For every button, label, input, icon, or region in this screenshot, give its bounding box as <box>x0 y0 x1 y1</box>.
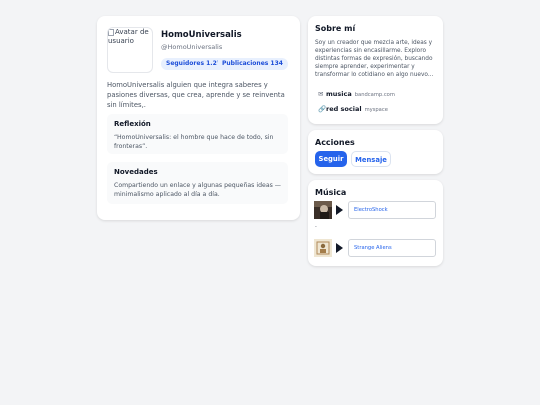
link-red-social[interactable]: 🔗red social myspace <box>318 105 388 113</box>
link-musica[interactable]: ✉ musica bandcamp.com <box>318 90 395 98</box>
play-icon[interactable] <box>336 243 343 253</box>
about-title: Sobre mí <box>315 24 356 33</box>
profile-name: HomoUniversalis <box>161 30 242 40</box>
reflection-text: “HomoUniversalis: el hombre que hace de … <box>114 134 274 150</box>
reflection-card: Reflexión “HomoUniversalis: el hombre qu… <box>107 114 288 154</box>
follow-button[interactable]: Seguir <box>315 151 347 167</box>
album-cover-image <box>314 201 332 219</box>
message-button[interactable]: Mensaje <box>351 151 391 167</box>
news-text: Compartiendo un enlace y algunas pequeña… <box>114 182 281 198</box>
posts-badge[interactable]: Publicaciones 134 <box>217 58 288 70</box>
link-label: red social <box>326 105 362 113</box>
profile-card: Avatar de usuario HomoUniversalis @HomoU… <box>97 16 300 220</box>
news-title: Novedades <box>114 168 158 176</box>
link-host: bandcamp.com <box>354 92 395 98</box>
track-name[interactable]: Strange Aliens <box>354 245 392 251</box>
link-label: musica <box>326 90 352 98</box>
avatar[interactable]: Avatar de usuario <box>107 27 153 73</box>
about-card: Sobre mí Soy un creador que mezcla arte,… <box>308 16 443 124</box>
album-cover-image <box>314 239 332 257</box>
broken-image-icon <box>108 29 114 36</box>
track-player[interactable]: Strange Aliens <box>348 239 436 257</box>
track-item: Strange Aliens <box>314 239 436 257</box>
separator-text: . <box>315 222 317 229</box>
track-name[interactable]: ElectroShock <box>354 207 388 213</box>
avatar-alt-text: Avatar de usuario <box>108 28 149 45</box>
about-text: Soy un creador que mezcla arte, ideas y … <box>315 40 434 78</box>
reflection-title: Reflexión <box>114 120 151 128</box>
play-icon[interactable] <box>336 205 343 215</box>
link-host: myspace <box>364 107 388 113</box>
news-card: Novedades Compartiendo un enlace y algun… <box>107 162 288 204</box>
link-icon: 🔗 <box>318 105 327 113</box>
track-item: ElectroShock <box>314 201 436 219</box>
music-title: Música <box>315 188 347 197</box>
mail-icon: ✉ <box>318 90 324 98</box>
actions-title: Acciones <box>315 138 355 147</box>
profile-bio: HomoUniversalis alguien que integra sabe… <box>107 81 285 109</box>
track-player[interactable]: ElectroShock <box>348 201 436 219</box>
profile-handle: @HomoUniversalis <box>161 43 223 51</box>
